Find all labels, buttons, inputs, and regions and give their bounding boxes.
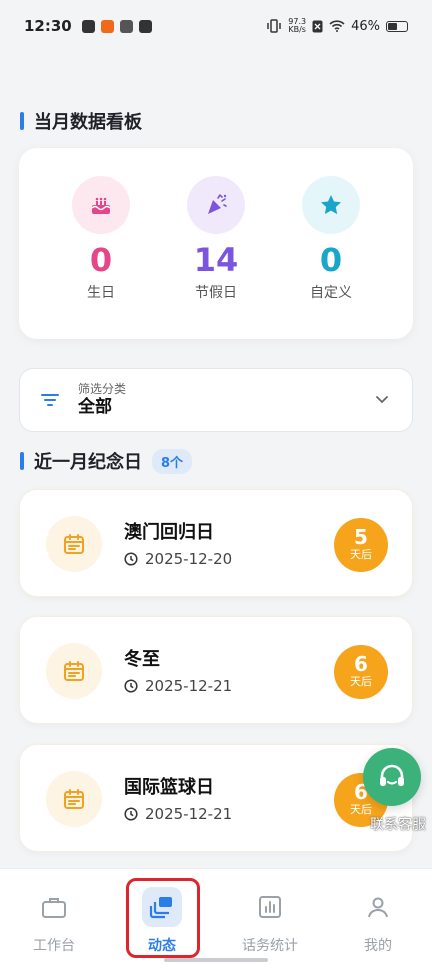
- play-app-icon: [81, 19, 95, 33]
- filter-value: 全部: [78, 397, 112, 417]
- title-accent-bar: [20, 112, 24, 130]
- status-left: 12:30: [24, 17, 152, 35]
- event-date: 2025-12-21: [124, 805, 232, 823]
- stat-holiday-value: 14: [193, 241, 239, 279]
- filter-text: 筛选分类 全部: [78, 382, 126, 418]
- bar-chart-icon: [250, 887, 290, 927]
- home-indicator: [164, 958, 268, 962]
- title-accent-bar: [20, 452, 24, 470]
- battery-percent: 46%: [351, 18, 380, 34]
- tab-mine[interactable]: 我的: [324, 869, 432, 964]
- category-filter-dropdown[interactable]: 筛选分类 全部: [19, 368, 413, 432]
- event-card[interactable]: 冬至 2025-12-21 6 天后: [19, 616, 413, 724]
- stat-holiday[interactable]: 14 节假日: [156, 176, 276, 302]
- layers-icon: [142, 887, 182, 927]
- status-time: 12:30: [24, 17, 72, 35]
- sim-disabled-icon: [312, 20, 323, 32]
- mail-app-icon: [138, 19, 152, 33]
- calendar-icon: [46, 643, 102, 699]
- event-date: 2025-12-21: [124, 677, 232, 695]
- status-bar: 12:30 97.3 KB/s 46%: [0, 0, 432, 52]
- event-name: 冬至: [124, 649, 160, 670]
- party-popper-icon: [187, 176, 245, 234]
- tab-label: 动态: [148, 938, 176, 954]
- event-date-text: 2025-12-21: [145, 805, 233, 823]
- briefcase-icon: [34, 887, 74, 927]
- board-section-title: 当月数据看板: [20, 108, 142, 134]
- chevron-down-icon: [376, 396, 388, 404]
- events-section-title: 近一月纪念日 8个: [20, 448, 193, 474]
- star-icon: [302, 176, 360, 234]
- tab-dynamics[interactable]: 动态: [108, 869, 216, 964]
- stat-birthday[interactable]: 0 生日: [41, 176, 161, 302]
- tab-call-stats[interactable]: 话务统计: [216, 869, 324, 964]
- stat-custom[interactable]: 0 自定义: [271, 176, 391, 302]
- tab-label: 我的: [364, 938, 392, 954]
- cake-icon: [72, 176, 130, 234]
- filter-icon: [41, 394, 59, 406]
- days-until-badge: 6 天后: [334, 645, 388, 699]
- event-name: 国际篮球日: [124, 777, 214, 798]
- days-unit: 天后: [350, 548, 372, 561]
- calendar-icon: [46, 771, 102, 827]
- stat-holiday-label: 节假日: [195, 285, 237, 301]
- event-date-text: 2025-12-21: [145, 677, 233, 695]
- calendar-icon: [46, 516, 102, 572]
- stat-birthday-value: 0: [89, 241, 113, 279]
- event-card[interactable]: 国际篮球日 2025-12-21 6 天后: [19, 744, 413, 852]
- shopping-app-icon: [100, 19, 114, 33]
- event-card[interactable]: 澳门回归日 2025-12-20 5 天后: [19, 489, 413, 597]
- days-unit: 天后: [350, 675, 372, 688]
- filter-caption: 筛选分类: [78, 382, 127, 396]
- tab-label: 工作台: [33, 938, 75, 954]
- event-name: 澳门回归日: [124, 522, 214, 543]
- clock-icon: [124, 552, 138, 566]
- customer-service-float[interactable]: 联系客服: [363, 748, 426, 833]
- vibrate-icon: [267, 19, 282, 33]
- clock-icon: [124, 679, 138, 693]
- days-number: 5: [354, 525, 368, 549]
- user-icon: [358, 887, 398, 927]
- stat-custom-value: 0: [319, 241, 343, 279]
- monthly-board-card: 0 生日 14 节假日 0 自定义: [19, 148, 413, 339]
- days-until-badge: 5 天后: [334, 518, 388, 572]
- headset-icon[interactable]: [363, 748, 421, 806]
- status-right: 97.3 KB/s 46%: [266, 18, 408, 34]
- clock-icon: [124, 807, 138, 821]
- wifi-icon: [329, 20, 345, 32]
- board-title: 当月数据看板: [34, 112, 142, 133]
- tab-workbench[interactable]: 工作台: [0, 869, 108, 964]
- battery-icon: [386, 20, 408, 32]
- tab-label: 话务统计: [242, 938, 298, 954]
- net-speed: 97.3 KB/s: [288, 17, 307, 34]
- stat-birthday-label: 生日: [87, 285, 115, 301]
- events-title: 近一月纪念日: [34, 452, 142, 473]
- stat-custom-label: 自定义: [310, 285, 352, 301]
- customer-service-label: 联系客服: [370, 817, 426, 833]
- link-app-icon: [119, 19, 133, 33]
- days-number: 6: [354, 652, 368, 676]
- events-count-badge: 8个: [152, 448, 193, 474]
- bottom-tab-bar: 工作台 动态 话务统计 我的: [0, 868, 432, 964]
- event-date: 2025-12-20: [124, 550, 232, 568]
- event-date-text: 2025-12-20: [145, 550, 233, 568]
